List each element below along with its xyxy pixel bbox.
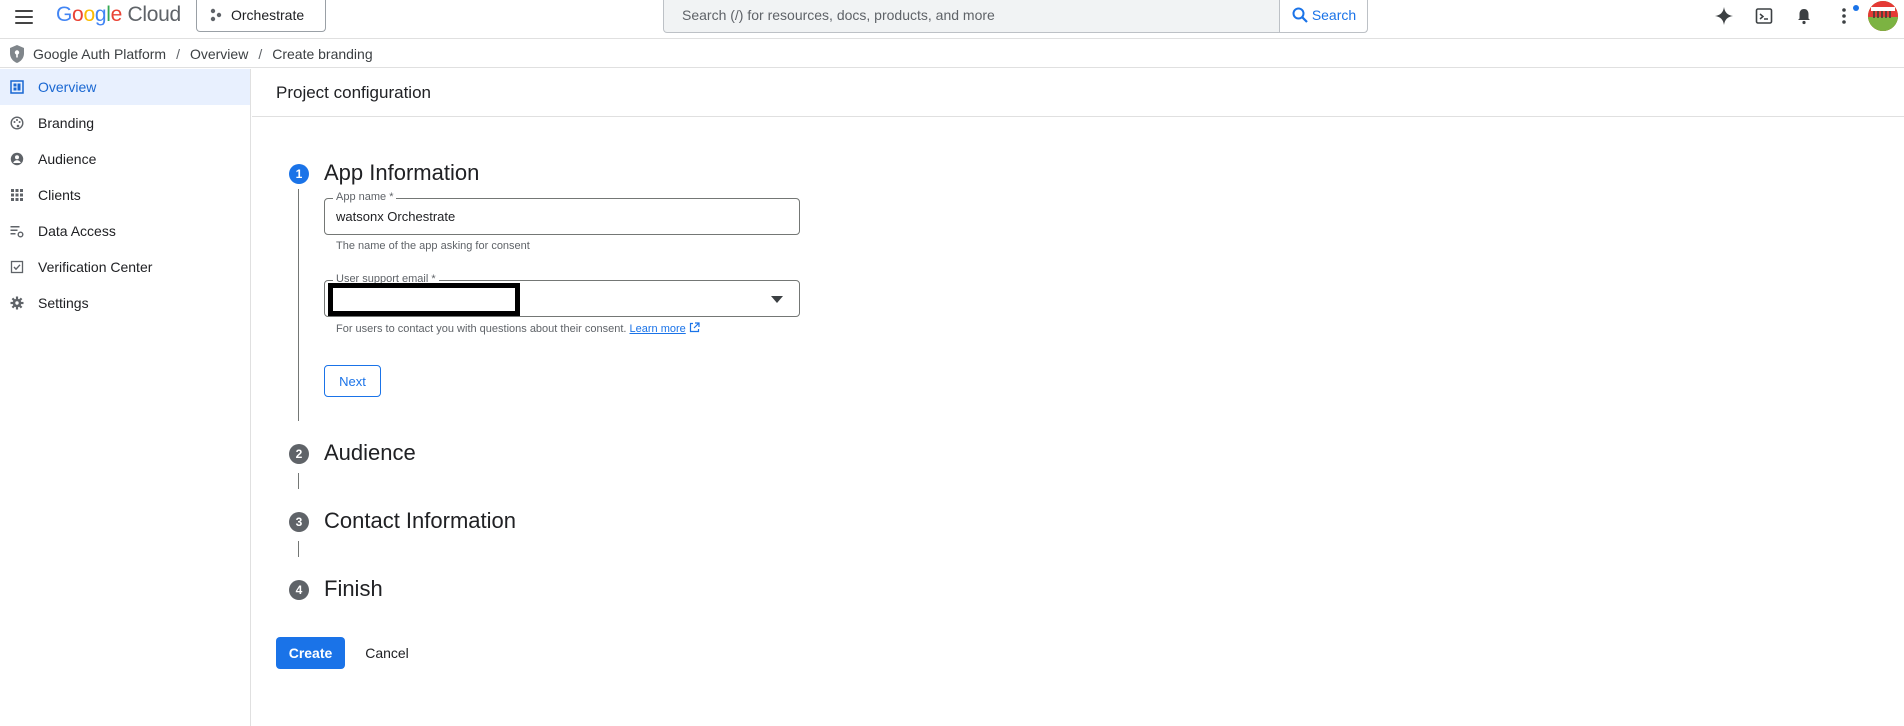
notification-dot — [1853, 5, 1859, 11]
apps-grid-icon — [11, 189, 23, 201]
create-button[interactable]: Create — [276, 637, 345, 669]
step-connector-2 — [298, 473, 299, 489]
breadcrumb-item-overview[interactable]: Overview — [190, 46, 248, 62]
cloud-shell-terminal-icon[interactable] — [1752, 4, 1776, 28]
step-1-title[interactable]: App Information — [324, 160, 479, 186]
breadcrumb-separator: / — [258, 46, 263, 62]
verification-icon — [10, 260, 24, 274]
user-support-email-select[interactable]: User support email * — [324, 273, 800, 317]
more-options-icon[interactable] — [1832, 4, 1859, 28]
cancel-button[interactable]: Cancel — [355, 637, 419, 669]
sidebar-item-data-access[interactable]: Data Access — [0, 213, 250, 249]
page-header: Project configuration — [252, 69, 1904, 117]
step-3-number: 3 — [289, 512, 309, 532]
step-3-title[interactable]: Contact Information — [324, 508, 516, 534]
avatar[interactable] — [1868, 1, 1898, 31]
breadcrumb-item-create-branding: Create branding — [272, 46, 373, 62]
sidebar-item-audience[interactable]: Audience — [0, 141, 250, 177]
search-input[interactable] — [664, 0, 1279, 32]
step-2-number: 2 — [289, 444, 309, 464]
hamburger-menu-icon[interactable] — [12, 5, 36, 29]
external-link-icon[interactable] — [689, 322, 700, 333]
project-picker-button[interactable]: Orchestrate — [196, 0, 326, 32]
sidebar-item-label: Clients — [38, 187, 81, 203]
breadcrumb-bar: Google Auth Platform / Overview / Create… — [0, 40, 1904, 68]
app-name-field[interactable]: App name * watsonx Orchestrate — [324, 191, 800, 235]
step-1-number: 1 — [289, 164, 309, 184]
search-button-label: Search — [1311, 7, 1357, 23]
top-bar: Google Cloud Orchestrate Search — [0, 0, 1904, 39]
step-connector-3 — [298, 541, 299, 557]
step-4-title[interactable]: Finish — [324, 576, 383, 602]
dashboard-icon — [10, 80, 24, 94]
email-helper: For users to contact you with questions … — [336, 322, 700, 335]
next-button[interactable]: Next — [324, 365, 381, 397]
project-name: Orchestrate — [231, 6, 305, 23]
breadcrumb-separator: / — [176, 46, 180, 62]
logo-google-text: Google — [56, 3, 122, 26]
app-name-helper: The name of the app asking for consent — [336, 240, 530, 252]
sidebar-item-overview[interactable]: Overview — [0, 69, 250, 105]
sidebar-item-label: Settings — [38, 295, 89, 311]
breadcrumb-item-auth-platform[interactable]: Google Auth Platform — [33, 46, 166, 62]
sidebar-item-label: Data Access — [38, 223, 116, 239]
gear-icon — [10, 296, 24, 310]
notifications-bell-icon[interactable] — [1792, 4, 1816, 28]
app-name-value: watsonx Orchestrate — [336, 209, 456, 224]
sidebar-item-label: Overview — [38, 79, 97, 95]
search-icon — [1292, 7, 1308, 23]
sidebar-item-clients[interactable]: Clients — [0, 177, 250, 213]
google-cloud-logo[interactable]: Google Cloud — [56, 3, 181, 27]
chevron-down-icon — [771, 296, 783, 303]
step-connector-1 — [298, 189, 299, 421]
page-title: Project configuration — [276, 83, 431, 102]
sidebar-item-verification-center[interactable]: Verification Center — [0, 249, 250, 285]
redacted-email-value — [328, 283, 520, 316]
gemini-sparkle-icon[interactable] — [1712, 4, 1736, 28]
email-helper-text: For users to contact you with questions … — [336, 323, 627, 335]
learn-more-link[interactable]: Learn more — [630, 323, 686, 335]
step-4-number: 4 — [289, 580, 309, 600]
sidebar-item-branding[interactable]: Branding — [0, 105, 250, 141]
sidebar-item-label: Branding — [38, 115, 95, 131]
project-icon — [210, 8, 222, 21]
search-button[interactable]: Search — [1279, 0, 1367, 32]
sidebar: Overview Branding Audience Clients Data … — [0, 69, 251, 726]
account-circle-icon — [10, 152, 24, 166]
sidebar-item-settings[interactable]: Settings — [0, 285, 250, 321]
logo-cloud-text: Cloud — [127, 3, 182, 26]
palette-icon — [10, 116, 24, 130]
data-access-icon — [10, 226, 24, 238]
sidebar-item-label: Verification Center — [38, 259, 153, 275]
breadcrumb: Google Auth Platform / Overview / Create… — [33, 46, 373, 62]
search-bar: Search — [663, 0, 1368, 33]
sidebar-item-label: Audience — [38, 151, 97, 167]
auth-platform-shield-icon — [10, 45, 24, 63]
app-name-label: App name * — [333, 191, 397, 204]
step-2-title[interactable]: Audience — [324, 440, 416, 466]
